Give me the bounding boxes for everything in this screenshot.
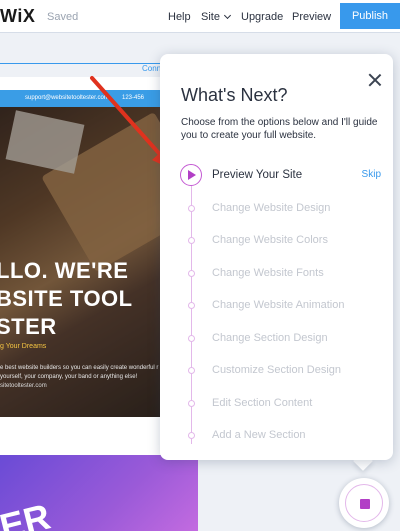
hero-website-link: sitetooltester.com — [0, 383, 47, 389]
save-status: Saved — [47, 11, 79, 23]
step-dot — [188, 432, 195, 439]
skip-link[interactable]: Skip — [362, 169, 381, 180]
purple-section-text: ER — [0, 495, 55, 531]
play-icon[interactable] — [180, 164, 202, 186]
step-label: Change Website Colors — [212, 234, 328, 246]
step-change-website-design[interactable]: Change Website Design — [160, 195, 393, 221]
step-label: Edit Section Content — [212, 397, 313, 409]
panel-description: Choose from the options below and I'll g… — [181, 117, 378, 141]
step-label: Change Website Fonts — [212, 267, 324, 279]
stop-square-icon — [360, 499, 370, 509]
wizard-progress-ring — [345, 484, 383, 522]
close-icon[interactable] — [367, 72, 383, 88]
step-customize-section-design[interactable]: Customize Section Design — [160, 357, 393, 383]
step-label: Change Website Animation — [212, 299, 345, 311]
step-dot — [188, 335, 195, 342]
wizard-toggle-button[interactable] — [339, 478, 389, 528]
help-menu[interactable]: Help — [168, 11, 191, 23]
step-edit-section-content[interactable]: Edit Section Content — [160, 390, 393, 416]
step-change-website-colors[interactable]: Change Website Colors — [160, 227, 393, 253]
site-menu[interactable]: Site — [201, 11, 232, 23]
step-dot — [188, 237, 195, 244]
step-label: Add a New Section — [212, 429, 306, 441]
purple-section[interactable]: ER — [0, 455, 198, 531]
site-email: support@websitetooltester.com — [25, 95, 109, 101]
step-change-section-design[interactable]: Change Section Design — [160, 325, 393, 351]
step-dot — [188, 302, 195, 309]
publish-button[interactable]: Publish — [340, 3, 400, 29]
step-label: Preview Your Site — [212, 169, 303, 181]
site-phone: 123-456 — [122, 95, 145, 101]
top-bar: WiX Saved Help Site Upgrade Preview Publ… — [0, 0, 400, 33]
step-add-a-new-section[interactable]: Add a New Section — [160, 422, 393, 448]
preview-link[interactable]: Preview — [292, 11, 331, 23]
step-preview-your-site[interactable]: Preview Your Site Skip — [160, 162, 393, 188]
panel-title: What's Next? — [181, 85, 288, 105]
whats-next-panel: What's Next? Choose from the options bel… — [160, 54, 393, 460]
step-label: Change Website Design — [212, 202, 331, 214]
step-dot — [188, 400, 195, 407]
step-dot — [188, 367, 195, 374]
step-dot — [188, 205, 195, 212]
step-change-website-fonts[interactable]: Change Website Fonts — [160, 260, 393, 286]
hero-subtitle: g Your Dreams — [0, 343, 47, 350]
section-guide-line — [0, 63, 165, 64]
step-change-website-animation[interactable]: Change Website Animation — [160, 292, 393, 318]
hero-body-text: e best website builders so you can easil… — [0, 365, 159, 380]
site-menu-label: Site — [201, 11, 220, 23]
step-label: Customize Section Design — [212, 364, 342, 376]
connect-domain-link[interactable]: Conn — [142, 64, 161, 73]
wix-logo[interactable]: WiX — [0, 6, 35, 27]
upgrade-link[interactable]: Upgrade — [241, 11, 283, 23]
chevron-down-icon — [223, 11, 232, 20]
step-label: Change Section Design — [212, 332, 328, 344]
step-dot — [188, 270, 195, 277]
